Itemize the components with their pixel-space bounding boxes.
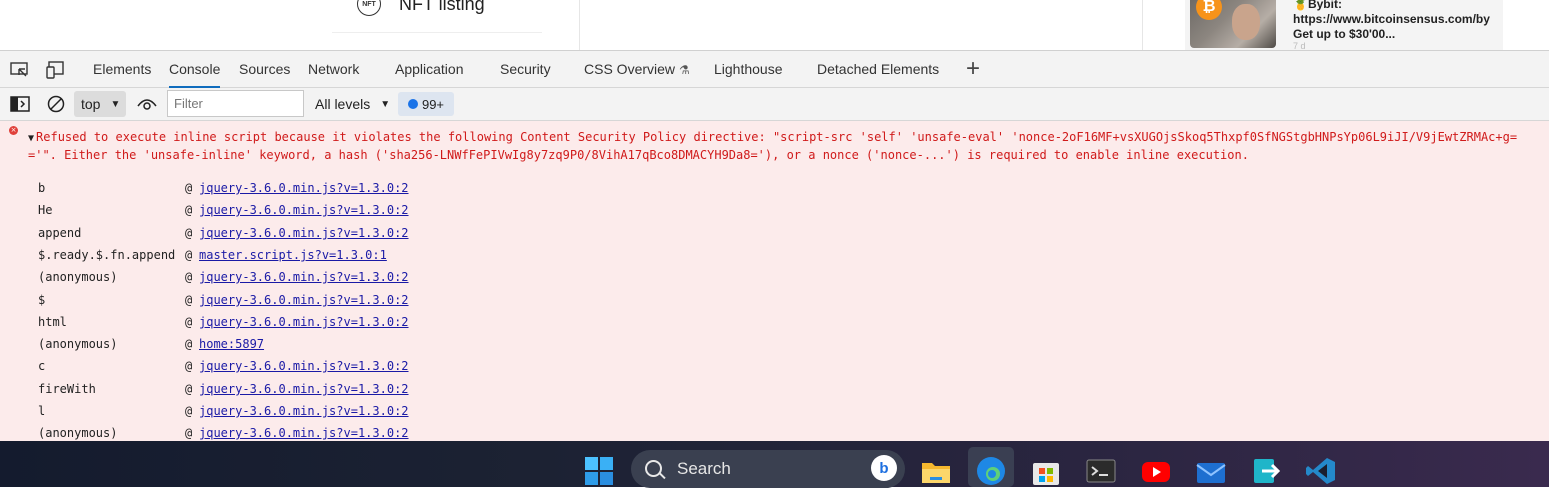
stack-frame-function: fireWith: [38, 382, 96, 396]
tab-sources[interactable]: Sources: [239, 51, 290, 88]
stack-frame-at-sign: @: [185, 337, 193, 351]
stack-frame-at-sign: @: [185, 226, 193, 240]
message-icon: [407, 99, 418, 109]
ad-thumbnail: ₿: [1190, 0, 1276, 48]
tab-elements[interactable]: Elements: [93, 51, 151, 88]
tab-lighthouse[interactable]: Lighthouse: [714, 51, 783, 88]
sidebar-toggle-icon[interactable]: [10, 96, 30, 112]
log-levels-label: All levels: [315, 96, 371, 112]
context-selector[interactable]: top ▼: [74, 91, 126, 117]
bing-icon[interactable]: b: [871, 455, 897, 481]
ad-age: 7 d: [1293, 41, 1306, 51]
stack-frame-function: c: [38, 359, 46, 373]
stack-frame-source-link[interactable]: jquery-3.6.0.min.js?v=1.3.0:2: [199, 402, 409, 420]
stack-frame-function: l: [38, 404, 46, 418]
stack-frame-function: (anonymous): [38, 270, 118, 284]
stack-frame-function: html: [38, 315, 67, 329]
stack-frame-source-link[interactable]: jquery-3.6.0.min.js?v=1.3.0:2: [199, 424, 409, 441]
stack-frame-source-link[interactable]: jquery-3.6.0.min.js?v=1.3.0:2: [199, 268, 409, 286]
clear-console-icon[interactable]: [47, 95, 65, 113]
tab-css-overview-label: CSS Overview: [584, 61, 676, 77]
stack-frame-at-sign: @: [185, 270, 193, 284]
stack-frame-source-link[interactable]: jquery-3.6.0.min.js?v=1.3.0:2: [199, 380, 409, 398]
stack-frame-at-sign: @: [185, 315, 193, 329]
error-message[interactable]: ▼ Refused to execute inline script becaus…: [28, 129, 1544, 163]
ad-title: 🍍Bybit:: [1293, 0, 1342, 11]
stack-frame-function: $.ready.$.fn.append: [38, 248, 176, 262]
stack-frame-function: $: [38, 293, 46, 307]
stack-frame-at-sign: @: [185, 404, 193, 418]
live-expression-eye-icon[interactable]: [137, 97, 157, 111]
console-toolbar: top ▼ All levels ▼ 99+: [0, 88, 1549, 121]
experimental-flask-icon: ⚗: [679, 63, 690, 77]
ad-person-image: [1232, 4, 1260, 40]
filter-input[interactable]: [167, 90, 304, 117]
stack-frame-source-link[interactable]: jquery-3.6.0.min.js?v=1.3.0:2: [199, 179, 409, 197]
taskbar-search-box[interactable]: Search b: [631, 450, 905, 488]
stack-frame-at-sign: @: [185, 181, 193, 195]
issues-counter-button[interactable]: 99+: [398, 92, 454, 116]
tab-css-overview[interactable]: CSS Overview ⚗: [584, 51, 690, 88]
context-value: top: [81, 96, 101, 112]
console-output: × ▼ Refused to execute inline script beca…: [0, 121, 1549, 441]
file-explorer-icon[interactable]: [920, 455, 952, 487]
stack-frame-function: b: [38, 181, 46, 195]
transfer-app-icon[interactable]: [1250, 455, 1282, 487]
tab-network[interactable]: Network: [308, 51, 359, 88]
stack-frame-source-link[interactable]: jquery-3.6.0.min.js?v=1.3.0:2: [199, 357, 409, 375]
chevron-down-icon: ▼: [380, 98, 391, 110]
vscode-icon[interactable]: [1305, 455, 1337, 487]
search-label: Search: [677, 459, 731, 478]
windows-taskbar: Search b: [0, 441, 1549, 488]
inspect-element-icon[interactable]: [10, 61, 30, 79]
stack-frame-source-link[interactable]: jquery-3.6.0.min.js?v=1.3.0:2: [199, 201, 409, 219]
issues-count: 99+: [421, 96, 445, 112]
devtools-tabbar: Elements Console Sources Network Applica…: [0, 50, 1549, 88]
nft-icon: NFT: [357, 0, 381, 16]
column-divider: [1142, 0, 1143, 50]
expand-triangle-icon[interactable]: ▼: [28, 133, 34, 144]
stack-frame-at-sign: @: [185, 359, 193, 373]
youtube-icon[interactable]: [1140, 455, 1172, 487]
edge-icon[interactable]: [975, 455, 1007, 487]
chevron-down-icon: ▼: [110, 98, 121, 110]
ad-url: https://www.bitcoinsensus.com/by: [1293, 12, 1490, 26]
device-emulation-icon[interactable]: [46, 61, 66, 79]
stack-frame-function: (anonymous): [38, 337, 118, 351]
stack-frame-source-link[interactable]: master.script.js?v=1.3.0:1: [199, 246, 387, 264]
terminal-icon[interactable]: [1085, 455, 1117, 487]
stack-frame-at-sign: @: [185, 382, 193, 396]
search-icon: [645, 460, 662, 477]
error-icon: ×: [9, 126, 18, 135]
web-page-area: NFT NFT listing ₿ 🍍Bybit: https://www.bi…: [0, 0, 1549, 50]
stack-frame-source-link[interactable]: jquery-3.6.0.min.js?v=1.3.0:2: [199, 291, 409, 309]
ad-text: 🍍Bybit: https://www.bitcoinsensus.com/by…: [1293, 0, 1490, 50]
error-message-text: Refused to execute inline script because…: [28, 130, 1518, 162]
stack-frame-function: append: [38, 226, 82, 240]
stack-frame-at-sign: @: [185, 426, 193, 440]
ad-card[interactable]: ₿ 🍍Bybit: https://www.bitcoinsensus.com/…: [1185, 0, 1503, 50]
stack-frame-source-link[interactable]: jquery-3.6.0.min.js?v=1.3.0:2: [199, 224, 409, 242]
ad-description: Get up to $30'00...: [1293, 27, 1396, 41]
stack-frame-source-link[interactable]: home:5897: [199, 335, 264, 353]
stack-frame-at-sign: @: [185, 203, 193, 217]
tab-console[interactable]: Console: [169, 51, 221, 88]
bitcoin-icon: ₿: [1196, 0, 1222, 20]
stack-frame-source-link[interactable]: jquery-3.6.0.min.js?v=1.3.0:2: [199, 313, 409, 331]
tab-security[interactable]: Security: [500, 51, 551, 88]
tab-application[interactable]: Application: [395, 51, 464, 88]
start-icon[interactable]: [583, 455, 615, 487]
stack-frame-function: He: [38, 203, 53, 217]
log-levels-dropdown[interactable]: All levels ▼: [315, 88, 390, 120]
store-icon[interactable]: [1030, 455, 1062, 487]
add-tab-plus-icon[interactable]: +: [966, 55, 980, 83]
stack-frame-at-sign: @: [185, 293, 193, 307]
stack-frame-function: (anonymous): [38, 426, 118, 440]
nft-listing-label: NFT listing: [399, 0, 485, 14]
stack-frame-at-sign: @: [185, 248, 193, 262]
mail-icon[interactable]: [1195, 455, 1227, 487]
tab-detached-elements[interactable]: Detached Elements: [817, 51, 939, 88]
column-divider: [579, 0, 580, 50]
nft-listing-link[interactable]: NFT NFT listing: [332, 0, 542, 33]
